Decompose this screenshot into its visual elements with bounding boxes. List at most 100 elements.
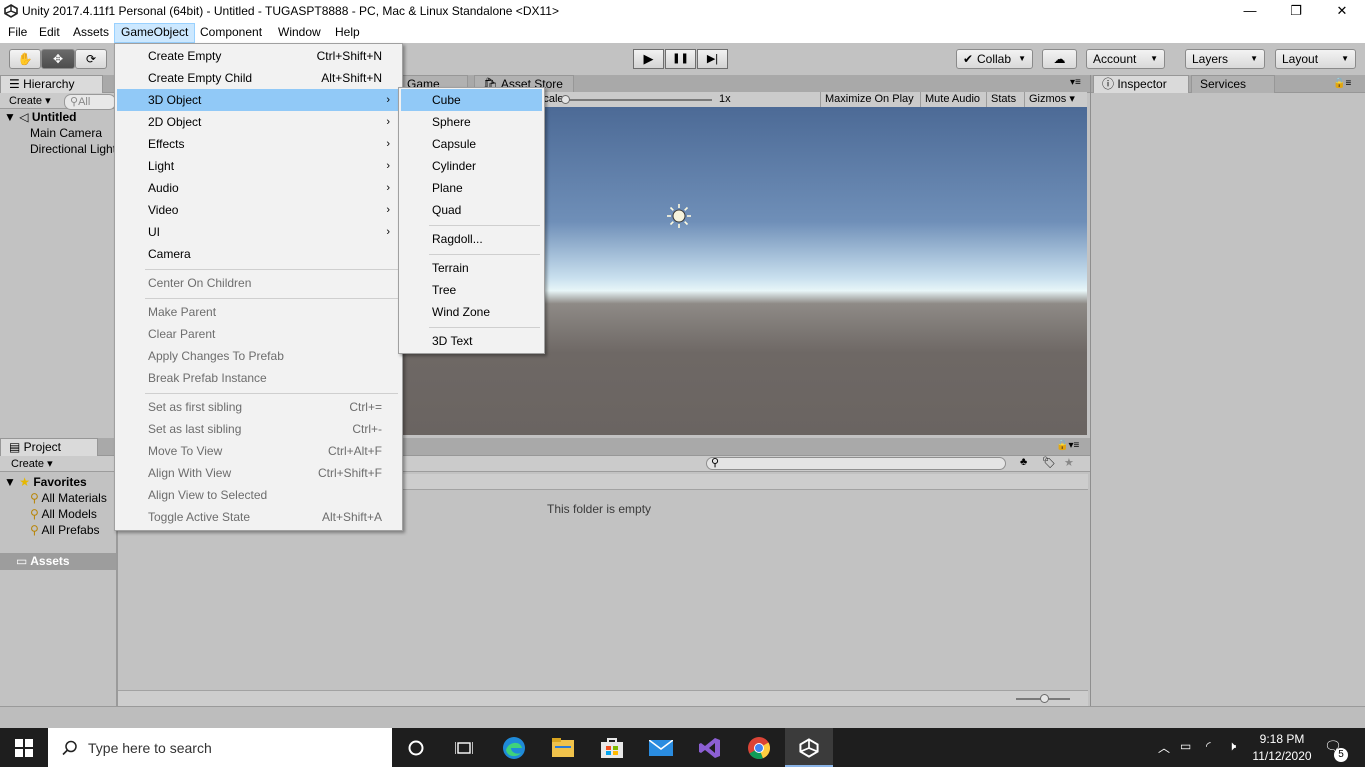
submenu-item-cube[interactable]: Cube (401, 89, 542, 111)
hand-tool-button[interactable]: ✋ (9, 49, 41, 69)
mute-audio-toggle[interactable]: Mute Audio (920, 92, 984, 107)
menu-item-create-empty-child[interactable]: Create Empty Child Alt+Shift+N (117, 67, 400, 89)
project-create-dropdown[interactable]: Create ▾ (6, 457, 58, 471)
filter-type-icon[interactable]: ♣ (1020, 456, 1027, 468)
menu-item-toggle-active-state[interactable]: Toggle Active State Alt+Shift+A (117, 506, 400, 528)
submenu-item-tree[interactable]: Tree (401, 279, 542, 301)
move-tool-button[interactable]: ✥ (41, 49, 75, 69)
store-button[interactable] (588, 728, 636, 767)
menu-item-video[interactable]: Video › (117, 199, 400, 221)
lock-icon[interactable]: 🔒≡ (1333, 78, 1351, 89)
submenu-item-wind-zone[interactable]: Wind Zone (401, 301, 542, 323)
icon-size-slider-thumb[interactable] (1040, 694, 1049, 703)
maximize-on-play-toggle[interactable]: Maximize On Play (820, 92, 918, 107)
hierarchy-create-dropdown[interactable]: Create ▾ (4, 94, 56, 108)
submenu-item-cylinder[interactable]: Cylinder (401, 155, 542, 177)
close-button[interactable]: ✕ (1319, 0, 1365, 23)
menu-item-apply-changes-to-prefab[interactable]: Apply Changes To Prefab (117, 345, 400, 367)
submenu-item-terrain[interactable]: Terrain (401, 257, 542, 279)
label-tag-icon[interactable]: 🏷 (1042, 456, 1056, 469)
project-search-input[interactable]: ⚲ (706, 457, 1006, 470)
favorite-all-models[interactable]: ⚲ All Models (30, 506, 97, 522)
tab-hierarchy[interactable]: ☰ Hierarchy (0, 75, 103, 93)
panel-menu-icon[interactable]: ▾≡ (1070, 77, 1081, 88)
menu-item-make-parent[interactable]: Make Parent (117, 301, 400, 323)
menu-item-2d-object[interactable]: 2D Object › (117, 111, 400, 133)
menu-assets[interactable]: Assets (67, 23, 115, 43)
menu-item-align-view-to-selected[interactable]: Align View to Selected (117, 484, 400, 506)
menu-item-center-on-children[interactable]: Center On Children (117, 272, 400, 294)
rotate-tool-button[interactable]: ⟳ (75, 49, 107, 69)
lock-icon[interactable]: 🔒▾≡ (1056, 440, 1079, 451)
menu-item-set-first-sibling[interactable]: Set as first sibling Ctrl+= (117, 396, 400, 418)
menu-item-effects[interactable]: Effects › (117, 133, 400, 155)
tab-services[interactable]: Services (1191, 75, 1275, 93)
task-view-button[interactable] (440, 728, 488, 767)
menu-item-light[interactable]: Light › (117, 155, 400, 177)
hierarchy-search-input[interactable]: ⚲All (64, 94, 116, 110)
windows-start-icon[interactable] (15, 739, 33, 757)
favorites-folder[interactable]: ▼ ★ Favorites (4, 474, 87, 490)
menu-item-move-to-view[interactable]: Move To View Ctrl+Alt+F (117, 440, 400, 462)
speaker-muted-icon[interactable]: 🕨 (1228, 738, 1236, 754)
tab-inspector[interactable]: ⓘ Inspector (1093, 75, 1189, 93)
layout-dropdown[interactable]: Layout ▼ (1275, 49, 1356, 69)
cortana-button[interactable] (392, 728, 440, 767)
step-button[interactable]: ▶| (697, 49, 728, 69)
tab-project[interactable]: ▤ Project (0, 438, 98, 456)
menu-item-set-last-sibling[interactable]: Set as last sibling Ctrl+- (117, 418, 400, 440)
file-explorer-button[interactable] (539, 728, 587, 767)
scene-root[interactable]: ▼ ◁ Untitled (4, 109, 76, 125)
layers-dropdown[interactable]: Layers ▼ (1185, 49, 1265, 69)
collab-dropdown[interactable]: ✔ Collab ▼ (956, 49, 1033, 69)
submenu-item-3d-text[interactable]: 3D Text (401, 330, 542, 352)
menu-file[interactable]: File (2, 23, 33, 43)
minimize-button[interactable]: — (1227, 0, 1273, 23)
menu-gameobject[interactable]: GameObject (114, 23, 196, 43)
assets-folder[interactable]: ▭ Assets (0, 553, 116, 570)
wifi-icon[interactable]: ◜ (1206, 739, 1211, 753)
submenu-item-quad[interactable]: Quad (401, 199, 542, 221)
hierarchy-item-main-camera[interactable]: Main Camera (30, 125, 102, 141)
favorite-all-prefabs[interactable]: ⚲ All Prefabs (30, 522, 100, 538)
menu-item-camera[interactable]: Camera (117, 243, 400, 265)
inspector-panel: ⓘ Inspector Services 🔒≡ (1090, 75, 1365, 706)
battery-icon[interactable]: ▭ (1180, 739, 1191, 753)
edge-taskbar-button[interactable] (490, 728, 538, 767)
menu-item-3d-object[interactable]: 3D Object › (117, 89, 400, 111)
menu-window[interactable]: Window (272, 23, 327, 43)
submenu-item-ragdoll[interactable]: Ragdoll... (401, 228, 542, 250)
stats-toggle[interactable]: Stats (986, 92, 1020, 107)
scale-slider-thumb[interactable] (561, 95, 570, 104)
menu-item-audio[interactable]: Audio › (117, 177, 400, 199)
play-button[interactable]: ▶ (633, 49, 664, 69)
hierarchy-item-directional-light[interactable]: Directional Light (30, 141, 116, 157)
submenu-item-plane[interactable]: Plane (401, 177, 542, 199)
menu-component[interactable]: Component (194, 23, 268, 43)
visual-studio-button[interactable] (686, 728, 734, 767)
cloud-button[interactable]: ☁ (1042, 49, 1077, 69)
menu-item-break-prefab-instance[interactable]: Break Prefab Instance (117, 367, 400, 389)
submenu-item-sphere[interactable]: Sphere (401, 111, 542, 133)
clock-date[interactable]: 11/12/2020 (1252, 749, 1312, 763)
submenu-item-capsule[interactable]: Capsule (401, 133, 542, 155)
menu-item-create-empty[interactable]: Create Empty Ctrl+Shift+N (117, 45, 400, 67)
gizmos-dropdown[interactable]: Gizmos ▾ (1024, 92, 1081, 107)
menu-edit[interactable]: Edit (33, 23, 66, 43)
account-dropdown[interactable]: Account ▼ (1086, 49, 1165, 69)
menu-item-align-with-view[interactable]: Align With View Ctrl+Shift+F (117, 462, 400, 484)
chevron-up-icon[interactable]: ︿ (1158, 739, 1170, 756)
mail-button[interactable] (637, 728, 685, 767)
unity-taskbar-button[interactable] (785, 728, 833, 767)
chrome-button[interactable] (735, 728, 783, 767)
clock-time[interactable]: 9:18 PM (1252, 732, 1312, 746)
scale-slider[interactable] (564, 99, 712, 101)
restore-button[interactable]: ❐ (1273, 0, 1319, 23)
taskbar-search-box[interactable]: Type here to search (48, 728, 392, 767)
pause-button[interactable]: ❚❚ (665, 49, 696, 69)
star-icon[interactable]: ★ (1064, 456, 1074, 469)
menu-item-ui[interactable]: UI › (117, 221, 400, 243)
menu-item-clear-parent[interactable]: Clear Parent (117, 323, 400, 345)
menu-help[interactable]: Help (329, 23, 366, 43)
favorite-all-materials[interactable]: ⚲ All Materials (30, 490, 107, 506)
